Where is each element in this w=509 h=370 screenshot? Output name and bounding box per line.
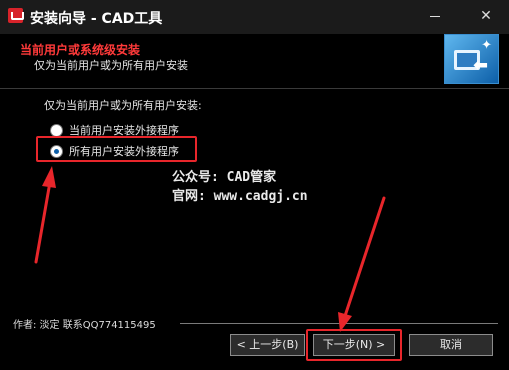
annotation-arrows — [34, 166, 386, 332]
annotation-arrow-option — [34, 166, 56, 264]
annotation-arrow-next — [338, 196, 386, 332]
